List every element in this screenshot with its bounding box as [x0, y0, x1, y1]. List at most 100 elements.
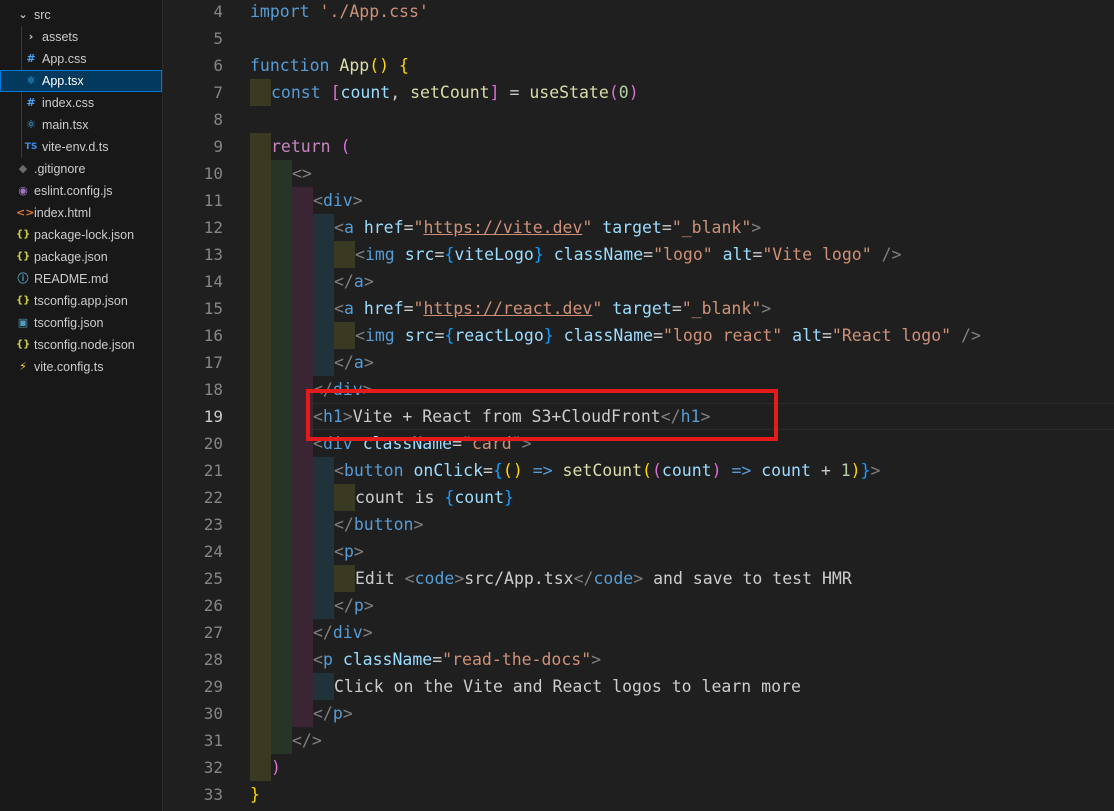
- code-token: ): [850, 461, 861, 480]
- line-number: 11: [203, 191, 223, 210]
- code-line[interactable]: </div>: [313, 619, 373, 646]
- indent-guide: [292, 511, 313, 538]
- code-token: code: [593, 569, 634, 588]
- explorer-file-index-html[interactable]: <> index.html: [0, 202, 162, 224]
- code-line[interactable]: <img src={viteLogo} className="logo" alt…: [355, 241, 901, 268]
- code-token: >: [870, 461, 881, 480]
- explorer-file-gitignore[interactable]: ◆ .gitignore: [0, 158, 162, 180]
- code-token: ": [413, 218, 424, 237]
- code-line[interactable]: return (: [271, 133, 350, 160]
- indent-guide: [271, 322, 292, 349]
- code-token: =: [752, 245, 763, 264]
- code-token: "read-the-docs": [442, 650, 592, 669]
- code-line[interactable]: <p>: [334, 538, 364, 565]
- explorer-file-tsconfig-json[interactable]: ▣ tsconfig.json: [0, 312, 162, 334]
- explorer-item-label: vite.config.ts: [34, 360, 104, 374]
- indent-guide: [271, 430, 292, 457]
- indent-guide: [271, 295, 292, 322]
- code-line[interactable]: count is {count}: [355, 484, 514, 511]
- code-line[interactable]: ): [271, 754, 281, 781]
- code-token: >: [363, 596, 374, 615]
- code-line[interactable]: }: [250, 781, 260, 808]
- line-number: 8: [213, 110, 223, 129]
- code-line[interactable]: import './App.css': [250, 0, 429, 25]
- code-line[interactable]: </>: [292, 727, 322, 754]
- code-token: count: [340, 83, 391, 102]
- code-token: button: [343, 461, 414, 480]
- code-token: (: [642, 461, 652, 480]
- code-token: ,: [390, 83, 411, 102]
- css-file-icon: #: [26, 52, 36, 65]
- indent-guide: [292, 538, 313, 565]
- code-token: ]: [489, 83, 500, 102]
- explorer-file-vite-env-d-ts[interactable]: TS vite-env.d.ts: [0, 136, 162, 158]
- explorer-item-label: tsconfig.node.json: [34, 338, 135, 352]
- code-token: =>: [532, 461, 563, 480]
- code-token: }: [860, 461, 871, 480]
- code-token: {: [444, 326, 455, 345]
- explorer-file-main-tsx[interactable]: ⚛ main.tsx: [0, 114, 162, 136]
- chevron-right-icon: ›: [28, 30, 34, 43]
- code-editor[interactable]: 4 5 6 7 8 9 10 11 12 13 14 15 16 17 18 19 20 21 22 23 24 25 26…: [163, 0, 1114, 811]
- code-token: "Vite logo": [762, 245, 872, 264]
- indent-guide: [271, 241, 292, 268]
- line-number: 17: [203, 353, 223, 372]
- code-line[interactable]: Click on the Vite and React logos to lea…: [334, 673, 801, 700]
- code-token: href: [363, 299, 404, 318]
- code-line[interactable]: </button>: [334, 511, 423, 538]
- explorer-folder-src[interactable]: ⌄ src: [0, 4, 162, 26]
- code-line[interactable]: Edit <code>src/App.tsx</code> and save t…: [355, 565, 852, 592]
- explorer-item-label: package-lock.json: [34, 228, 135, 242]
- code-token: </: [334, 515, 354, 534]
- code-token: p: [322, 650, 343, 669]
- code-token: () {: [369, 56, 409, 75]
- explorer-folder-assets[interactable]: › assets: [0, 26, 162, 48]
- code-line[interactable]: </a>: [334, 268, 374, 295]
- code-token: </: [334, 353, 354, 372]
- explorer-file-package-json[interactable]: {} package.json: [0, 246, 162, 268]
- code-token: <: [404, 569, 415, 588]
- code-line[interactable]: <img src={reactLogo} className="logo rea…: [355, 322, 981, 349]
- react-file-icon: ⚛: [26, 118, 36, 131]
- line-number: 16: [203, 326, 223, 345]
- code-line[interactable]: </p>: [313, 700, 353, 727]
- chevron-down-icon: ⌄: [18, 8, 28, 21]
- code-line[interactable]: <>: [292, 160, 312, 187]
- code-token: }: [543, 326, 554, 345]
- code-token: and save to test HMR: [643, 569, 852, 588]
- code-line[interactable]: <div>: [313, 187, 363, 214]
- code-token: <: [313, 650, 323, 669]
- indent-guide: [313, 457, 334, 484]
- code-token: <: [355, 245, 365, 264]
- explorer-file-readme-md[interactable]: ⓘ README.md: [0, 268, 162, 290]
- indent-guide: [334, 241, 355, 268]
- explorer-file-app-css[interactable]: # App.css: [0, 48, 162, 70]
- explorer-file-vite-config-ts[interactable]: ⚡ vite.config.ts: [0, 356, 162, 378]
- vite-file-icon: ⚡: [19, 360, 27, 373]
- code-token: />: [951, 326, 981, 345]
- indent-guide: [292, 619, 313, 646]
- indent-guide: [292, 565, 313, 592]
- indent-guide: [271, 511, 292, 538]
- indent-guide: [292, 187, 313, 214]
- explorer-item-label: index.html: [34, 206, 91, 220]
- explorer-file-app-tsx[interactable]: ⚛ App.tsx: [0, 70, 162, 92]
- explorer-file-index-css[interactable]: # index.css: [0, 92, 162, 114]
- explorer-file-tsconfig-app-json[interactable]: {} tsconfig.app.json: [0, 290, 162, 312]
- code-line[interactable]: </p>: [334, 592, 374, 619]
- explorer-file-tsconfig-node-json[interactable]: {} tsconfig.node.json: [0, 334, 162, 356]
- indent-guide: [250, 241, 271, 268]
- code-line[interactable]: <a href="https://react.dev" target="_bla…: [334, 295, 771, 322]
- code-token: =: [643, 245, 654, 264]
- explorer-file-eslint-config-js[interactable]: ◉ eslint.config.js: [0, 180, 162, 202]
- explorer-file-package-lock-json[interactable]: {} package-lock.json: [0, 224, 162, 246]
- code-line[interactable]: function App() {: [250, 52, 409, 79]
- code-token: className: [553, 326, 654, 345]
- code-line[interactable]: </a>: [334, 349, 374, 376]
- indent-guide: [292, 241, 313, 268]
- code-line[interactable]: <a href="https://vite.dev" target="_blan…: [334, 214, 761, 241]
- code-line[interactable]: <button onClick={() => setCount((count) …: [334, 457, 880, 484]
- code-line[interactable]: <p className="read-the-docs">: [313, 646, 601, 673]
- code-line[interactable]: const [count, setCount] = useState(0): [271, 79, 639, 106]
- indent-guide: [250, 700, 271, 727]
